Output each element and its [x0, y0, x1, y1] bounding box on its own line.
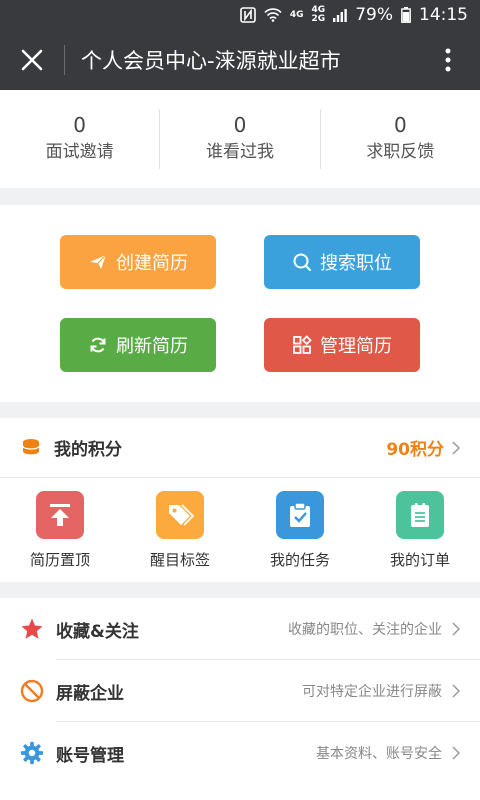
more-button[interactable] — [416, 30, 480, 90]
clock: 14:15 — [419, 5, 468, 25]
more-vertical-icon — [445, 48, 451, 72]
stat-application-feedback[interactable]: 0 求职反馈 — [319, 109, 480, 169]
signal-icon — [333, 8, 348, 22]
refresh-icon — [90, 337, 106, 353]
chevron-right-icon — [452, 440, 460, 455]
service-label: 简历置顶 — [29, 550, 90, 569]
refresh-resume-label: 刷新简历 — [116, 336, 188, 357]
resume-actions: 创建简历 搜索职位 刷新简历 管理简历 — [0, 205, 480, 402]
network-label: 4G — [289, 9, 304, 20]
nfc-icon — [240, 7, 256, 23]
tag-icon — [156, 490, 204, 539]
menu-item-title: 账号管理 — [56, 745, 124, 766]
points-services-grid: 简历置顶 醒目标签 我的任务 我的订单 — [0, 478, 480, 582]
clipboard-check-icon — [276, 490, 324, 539]
chevron-right-icon — [452, 746, 460, 760]
order-list-icon — [396, 490, 444, 539]
stat-interview-invites[interactable]: 0 面试邀请 — [0, 109, 159, 169]
close-button[interactable] — [0, 30, 64, 90]
search-icon — [293, 253, 311, 271]
menu-item-desc: 可对特定企业进行屏蔽 — [302, 684, 442, 700]
stats-panel: 0 面试邀请 0 谁看过我 0 求职反馈 — [0, 90, 480, 188]
manage-resume-button[interactable]: 管理简历 — [264, 318, 420, 372]
menu-item-desc: 基本资料、账号安全 — [316, 746, 442, 762]
block-icon — [20, 679, 44, 703]
stat-who-viewed-me[interactable]: 0 谁看过我 — [159, 109, 319, 169]
network-indicator-2: 4G 2G — [312, 6, 326, 24]
menu-item-title: 收藏&关注 — [56, 621, 139, 642]
battery-icon — [401, 7, 411, 23]
create-resume-label: 创建简历 — [116, 253, 188, 274]
stat-label: 求职反馈 — [366, 142, 435, 162]
star-icon — [20, 617, 44, 641]
title-bar: 个人会员中心-涞源就业超市 — [0, 30, 480, 90]
stat-count: 0 — [393, 113, 407, 137]
network-indicator-1: 4G — [289, 9, 304, 20]
create-resume-button[interactable]: 创建简历 — [60, 235, 216, 289]
my-points-row[interactable]: 我的积分 90积分 — [0, 418, 480, 478]
chevron-right-icon — [452, 622, 460, 636]
stat-label: 面试邀请 — [45, 142, 114, 162]
points-value: 90积分 — [386, 440, 444, 460]
service-label: 我的任务 — [269, 550, 330, 569]
close-icon — [21, 49, 43, 71]
menu-item-title: 屏蔽企业 — [56, 683, 124, 704]
network-label-bottom: 2G — [311, 14, 326, 24]
points-title: 我的积分 — [54, 440, 122, 460]
service-my-orders[interactable]: 我的订单 — [360, 478, 480, 582]
points-section: 我的积分 90积分 简历置顶 醒目标签 我的任务 我的订单 — [0, 418, 480, 582]
chevron-right-icon — [452, 684, 460, 698]
refresh-resume-button[interactable]: 刷新简历 — [60, 318, 216, 372]
menu-item-favorites[interactable]: 收藏&关注 收藏的职位、关注的企业 — [0, 598, 480, 660]
service-my-tasks[interactable]: 我的任务 — [240, 478, 360, 582]
grid-manage-icon — [293, 335, 312, 354]
stat-count: 0 — [73, 113, 87, 137]
settings-list: 收藏&关注 收藏的职位、关注的企业 屏蔽企业 可对特定企业进行屏蔽 账号管理 基… — [0, 598, 480, 800]
coins-icon — [22, 438, 40, 456]
service-eye-catching-tag[interactable]: 醒目标签 — [120, 478, 240, 582]
service-label: 醒目标签 — [149, 550, 210, 569]
search-jobs-label: 搜索职位 — [320, 253, 392, 274]
wifi-icon — [264, 8, 282, 22]
battery-percent: 79% — [355, 5, 393, 25]
manage-resume-label: 管理简历 — [320, 336, 392, 357]
search-jobs-button[interactable]: 搜索职位 — [264, 235, 420, 289]
menu-item-account-management[interactable]: 账号管理 基本资料、账号安全 — [0, 722, 480, 784]
pin-top-icon — [36, 490, 84, 539]
service-resume-top[interactable]: 简历置顶 — [0, 478, 120, 582]
gear-icon — [20, 741, 44, 765]
paper-plane-icon — [90, 254, 107, 269]
stat-label: 谁看过我 — [205, 142, 274, 162]
menu-item-desc: 收藏的职位、关注的企业 — [288, 622, 442, 638]
menu-item-block-companies[interactable]: 屏蔽企业 可对特定企业进行屏蔽 — [0, 660, 480, 722]
page-title: 个人会员中心-涞源就业超市 — [81, 49, 341, 73]
stat-count: 0 — [233, 113, 247, 137]
service-label: 我的订单 — [389, 550, 450, 569]
status-bar: 4G 4G 2G 79% 14:15 — [0, 0, 480, 30]
